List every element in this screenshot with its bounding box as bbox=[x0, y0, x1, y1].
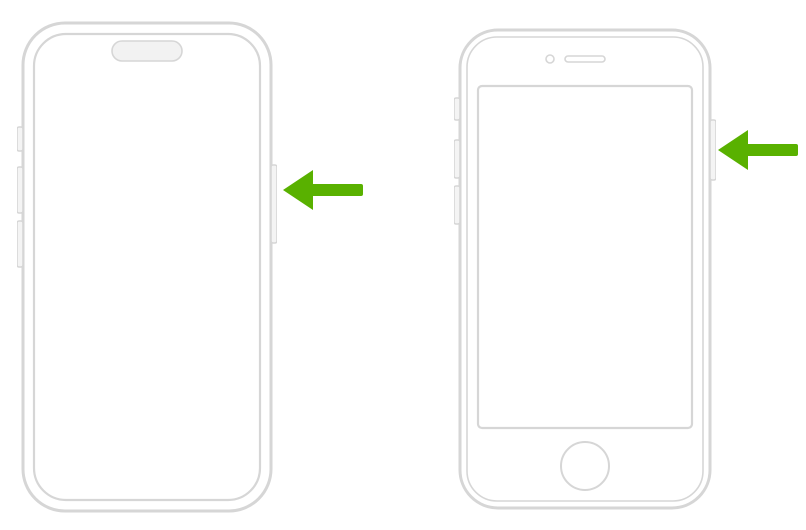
arrow-to-side-button-left bbox=[283, 168, 355, 208]
notch-icon bbox=[112, 41, 182, 61]
front-camera-icon bbox=[546, 55, 554, 63]
iphone-homebutton-outline bbox=[454, 24, 716, 514]
home-button-icon bbox=[561, 442, 609, 490]
side-button-right-phone bbox=[710, 120, 716, 180]
arrow-to-side-button-right bbox=[718, 128, 790, 168]
iphone-faceid-outline bbox=[17, 17, 277, 517]
side-button-left-phone bbox=[271, 165, 277, 243]
earpiece-icon bbox=[565, 56, 605, 62]
